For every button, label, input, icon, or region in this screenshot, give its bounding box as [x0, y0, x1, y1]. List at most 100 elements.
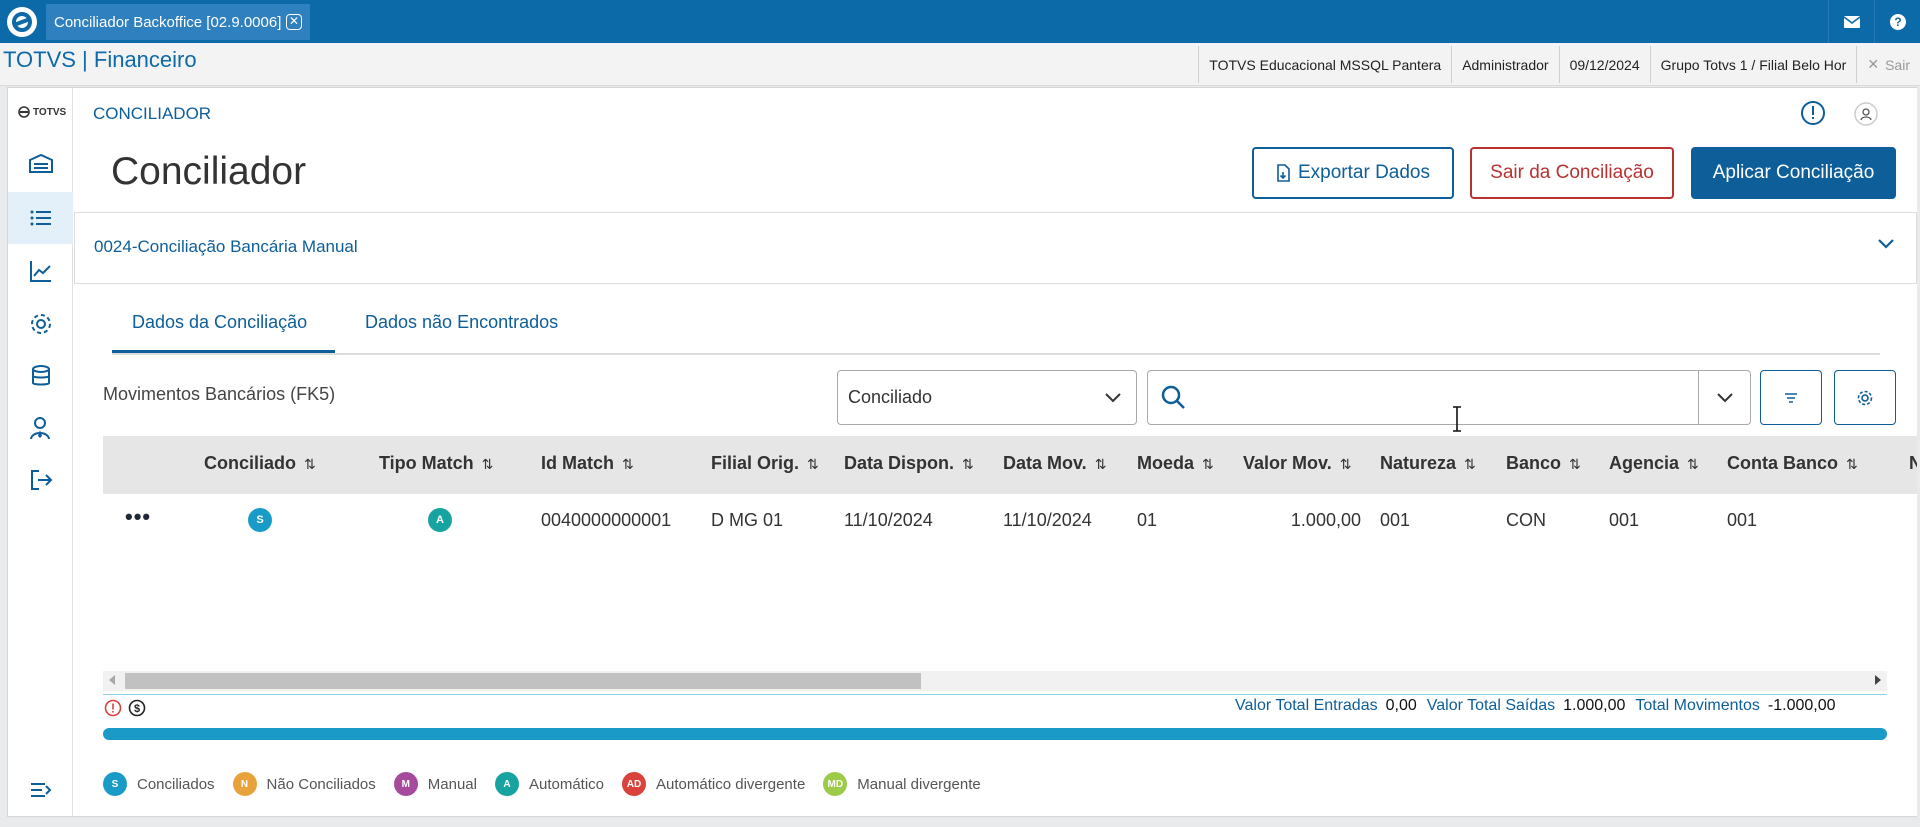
- app-frame: TOTVS CONCILIADOR Conciliador Exportar D…: [7, 87, 1917, 817]
- sidebar-logo: TOTVS: [18, 106, 66, 118]
- totals-summary: Valor Total Entradas 0,00 Valor Total Saíd…: [1235, 697, 1846, 715]
- filter-icon: [1785, 392, 1797, 403]
- legend-badge: AD: [622, 772, 647, 796]
- sidebar-item-settings[interactable]: [8, 298, 73, 350]
- legend: S Conciliados N Não Conciliados M Manual AA…: [103, 772, 999, 796]
- column-label: Filial Orig.: [711, 453, 800, 473]
- sidebar-collapse-button[interactable]: [8, 768, 73, 812]
- scrollbar-thumb[interactable]: [125, 673, 921, 689]
- breadcrumb[interactable]: CONCILIADOR: [93, 104, 211, 124]
- page-title: Conciliador: [111, 150, 307, 193]
- column-header-tipo-match[interactable]: Tipo Match ⇅: [379, 453, 493, 474]
- list-icon: [30, 210, 51, 226]
- column-header-banco[interactable]: Banco ⇅: [1506, 453, 1581, 474]
- sidebar-item-logout[interactable]: [8, 454, 73, 506]
- sidebar-item-users[interactable]: [8, 402, 73, 454]
- table-settings-button[interactable]: [1834, 370, 1896, 425]
- column-header-conciliado[interactable]: Conciliado ⇅: [204, 453, 316, 474]
- sort-icon[interactable]: ⇅: [962, 456, 974, 472]
- search-input[interactable]: [1198, 379, 1678, 416]
- tab-dados-nao-encontrados[interactable]: Dados não Encontrados: [365, 312, 558, 333]
- help-icon[interactable]: ?: [1874, 0, 1920, 43]
- file-export-icon: [1277, 164, 1290, 182]
- legend-item-automatico: A Automático: [494, 772, 604, 796]
- table-row[interactable]: ••• S A 0040000000001 D MG 01 11/10/2024…: [103, 494, 1917, 548]
- legend-item-conciliados: S Conciliados: [103, 772, 215, 796]
- sort-icon[interactable]: ⇅: [1095, 456, 1107, 472]
- sort-icon[interactable]: ⇅: [1687, 456, 1699, 472]
- exit-button[interactable]: ✕ Sair: [1856, 46, 1920, 83]
- column-header-moeda[interactable]: Moeda ⇅: [1137, 453, 1214, 474]
- cell-id-match: 0040000000001: [541, 510, 672, 530]
- sort-icon[interactable]: ⇅: [482, 456, 494, 472]
- column-label: Natureza: [1380, 453, 1457, 473]
- sort-icon[interactable]: ⇅: [807, 456, 819, 472]
- filter-button[interactable]: [1760, 370, 1822, 425]
- column-header-filial-orig[interactable]: Filial Orig. ⇅: [711, 453, 819, 474]
- column-header-valor-mov[interactable]: Valor Mov. ⇅: [1243, 453, 1351, 474]
- search-box[interactable]: [1147, 370, 1751, 425]
- total-saidas-label: Valor Total Saídas: [1426, 697, 1556, 714]
- sidebar-item-charts[interactable]: [8, 245, 73, 297]
- user-tie-icon: [29, 417, 50, 440]
- match-type-badge: A: [428, 508, 452, 532]
- legend-label: Não Conciliados: [266, 775, 376, 793]
- window-tab[interactable]: Conciliador Backoffice [02.9.0006] ✕: [46, 4, 310, 40]
- totvs-logo-icon[interactable]: [4, 4, 40, 40]
- status-filter-select[interactable]: Conciliado: [837, 370, 1137, 425]
- close-icon[interactable]: ✕: [286, 14, 302, 30]
- column-header-conta-banco[interactable]: Conta Banco ⇅: [1727, 453, 1858, 474]
- column-label: Conciliado: [204, 453, 297, 473]
- legend-item-nao-conciliados: N Não Conciliados: [232, 772, 376, 796]
- column-header-natureza[interactable]: Natureza ⇅: [1380, 453, 1476, 474]
- accordion-title: 0024-Conciliação Bancária Manual: [94, 237, 358, 256]
- column-header-id-match[interactable]: Id Match ⇅: [541, 453, 634, 474]
- column-label: Moeda: [1137, 453, 1195, 473]
- export-data-button[interactable]: Exportar Dados: [1252, 147, 1454, 199]
- warehouse-icon: [28, 153, 53, 173]
- reconciliation-accordion[interactable]: 0024-Conciliação Bancária Manual: [74, 212, 1917, 284]
- sort-icon[interactable]: ⇅: [304, 456, 316, 472]
- sort-icon[interactable]: ⇅: [1202, 456, 1214, 472]
- app-header: TOTVS | Financeiro TOTVS Educacional MSS…: [0, 43, 1920, 86]
- window-titlebar: Conciliador Backoffice [02.9.0006] ✕ ?: [0, 0, 1920, 43]
- chevron-down-icon[interactable]: [1876, 237, 1896, 256]
- search-options-dropdown[interactable]: [1698, 371, 1750, 424]
- column-label: Tipo Match: [379, 453, 474, 473]
- user-avatar-icon[interactable]: [1854, 102, 1878, 131]
- column-header-data-dispon[interactable]: Data Dispon. ⇅: [844, 453, 974, 474]
- total-movimentos-label: Total Movimentos: [1635, 697, 1760, 714]
- alert-circle-icon[interactable]: [104, 699, 122, 722]
- export-data-label: Exportar Dados: [1297, 162, 1430, 183]
- mail-icon[interactable]: [1828, 0, 1874, 43]
- row-actions-menu[interactable]: •••: [125, 504, 151, 530]
- column-header-truncated[interactable]: Nu: [1909, 453, 1917, 474]
- cell-banco: CON: [1506, 510, 1546, 530]
- status-filter-value: Conciliado: [848, 387, 933, 407]
- sort-icon[interactable]: ⇅: [1569, 456, 1581, 472]
- legend-item-manual: M Manual: [393, 772, 477, 796]
- sort-icon[interactable]: ⇅: [1846, 456, 1858, 472]
- column-label: Data Dispon.: [844, 453, 955, 473]
- sort-icon[interactable]: ⇅: [622, 456, 634, 472]
- scroll-left-icon[interactable]: [109, 675, 115, 685]
- active-tab-indicator: [112, 350, 335, 353]
- currency-icon[interactable]: $: [128, 699, 146, 722]
- sidebar-item-database[interactable]: [8, 350, 73, 402]
- horizontal-scrollbar[interactable]: [103, 671, 1887, 691]
- scroll-right-icon[interactable]: [1875, 675, 1881, 685]
- apply-reconciliation-button[interactable]: Aplicar Conciliação: [1691, 147, 1896, 199]
- sidebar-item-list[interactable]: [8, 192, 73, 244]
- total-entradas-value: 0,00: [1385, 697, 1417, 714]
- column-header-agencia[interactable]: Agencia ⇅: [1609, 453, 1699, 474]
- alert-info-icon[interactable]: [1800, 100, 1826, 131]
- sort-icon[interactable]: ⇅: [1340, 456, 1352, 472]
- user-label: Administrador: [1451, 46, 1558, 83]
- exit-reconciliation-button[interactable]: Sair da Conciliação: [1470, 147, 1674, 199]
- sort-icon[interactable]: ⇅: [1464, 456, 1476, 472]
- date-label: 09/12/2024: [1558, 46, 1650, 83]
- chevron-down-icon: [1716, 392, 1733, 402]
- column-header-data-mov[interactable]: Data Mov. ⇅: [1003, 453, 1106, 474]
- tab-dados-conciliacao[interactable]: Dados da Conciliação: [132, 312, 307, 347]
- sidebar-item-warehouse[interactable]: [8, 137, 73, 189]
